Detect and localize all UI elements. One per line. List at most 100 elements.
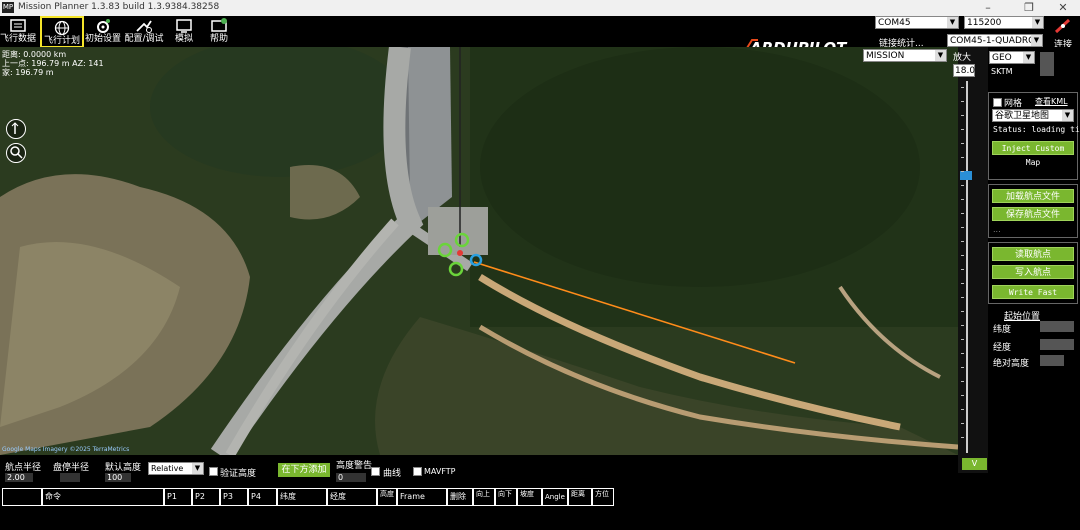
home-alt-value[interactable] xyxy=(1040,355,1064,366)
col-bearing[interactable]: 方位 xyxy=(592,488,614,506)
home-lat-value[interactable] xyxy=(1040,321,1074,332)
zoom-tick xyxy=(961,129,964,130)
home-lng-value[interactable] xyxy=(1040,339,1074,350)
zoom-label: 放大 xyxy=(953,53,972,63)
zoom-tick xyxy=(961,409,964,410)
globe-icon xyxy=(54,20,70,36)
minimize-icon[interactable]: – xyxy=(965,0,1011,16)
window-title: Mission Planner 1.3.83 build 1.3.9384.38… xyxy=(18,2,220,12)
waypoint-file-box: 加载航点文件 保存航点文件 ... xyxy=(988,184,1078,238)
zoom-tick xyxy=(961,395,964,396)
mission-mode-select[interactable]: MISSION ▼ xyxy=(863,49,947,62)
connect-button[interactable]: 连接 xyxy=(1050,18,1076,50)
col-p4[interactable]: P4 xyxy=(248,488,277,506)
menu-flight-data[interactable]: 飞行数据 xyxy=(0,16,36,48)
col-down[interactable]: 向下 xyxy=(495,488,517,506)
port-select[interactable]: COM45 ▼ xyxy=(875,16,959,29)
alt-frame-select[interactable]: Relative ▼ xyxy=(148,462,204,475)
chevron-down-icon: ▼ xyxy=(1023,52,1034,63)
verify-alt-checkbox[interactable] xyxy=(209,467,218,476)
alt-warn-input[interactable]: 0 xyxy=(336,473,366,482)
map-provider-select[interactable]: 谷歌卫星地图 ▼ xyxy=(992,109,1074,122)
col-command[interactable]: 命令 xyxy=(42,488,164,506)
zoom-slider[interactable] xyxy=(958,47,988,473)
menu-help[interactable]: 帮助 xyxy=(201,16,237,48)
grid-checkbox[interactable] xyxy=(993,98,1002,107)
menu-config-tuning[interactable]: 配置/调试 xyxy=(124,16,164,48)
col-frame[interactable]: Frame xyxy=(397,488,447,506)
zoom-tick xyxy=(961,115,964,116)
load-wp-file-button[interactable]: 加载航点文件 xyxy=(992,189,1074,203)
col-lat[interactable]: 纬度 xyxy=(277,488,327,506)
col-lng[interactable]: 经度 xyxy=(327,488,377,506)
col-p2[interactable]: P2 xyxy=(192,488,220,506)
menu-flight-plan[interactable]: 飞行计划 xyxy=(40,16,84,48)
col-alt[interactable]: 高度 xyxy=(377,488,397,506)
satellite-map[interactable]: 距离: 0.0000 km 上一点: 196.79 m AZ: 141 家: 1… xyxy=(0,47,958,455)
compass-icon[interactable] xyxy=(6,119,26,139)
spline-checkbox[interactable] xyxy=(371,467,380,476)
coord-value-blurred xyxy=(1040,52,1054,76)
waypoint-table-body[interactable] xyxy=(0,507,1080,530)
wp-radius-input[interactable]: 2.00 xyxy=(5,473,33,482)
setup-icon xyxy=(97,19,110,33)
verify-alt-label: 验证高度 xyxy=(220,469,257,479)
zoom-tick xyxy=(961,311,964,312)
main-menu: 飞行数据 飞行计划 初始设置 配置/调试 模拟 帮助 ARDUPILOT COM… xyxy=(0,16,1080,57)
zoom-thumb[interactable] xyxy=(960,171,972,180)
chevron-down-icon: ▼ xyxy=(1032,17,1043,28)
zoom-tick xyxy=(961,241,964,242)
zoom-tick xyxy=(961,87,964,88)
col-grade[interactable]: 坡度 xyxy=(517,488,542,506)
zoom-tick xyxy=(961,339,964,340)
device-select[interactable]: COM45-1-QUADROTOR▼ xyxy=(947,34,1043,47)
col-distance[interactable]: 距离 xyxy=(568,488,592,506)
coord-system-select[interactable]: GEO ▼ xyxy=(989,51,1035,64)
zoom-search-icon[interactable] xyxy=(6,143,26,163)
col-p3[interactable]: P3 xyxy=(220,488,248,506)
chevron-down-icon: ▼ xyxy=(1062,110,1073,121)
home-lat-label: 纬度 xyxy=(993,325,1012,335)
write-fast-button[interactable]: Write Fast xyxy=(992,285,1074,299)
inject-custom-map-button[interactable]: Inject Custom Map xyxy=(992,141,1074,167)
zoom-tick xyxy=(961,367,964,368)
baud-select[interactable]: 115200 ▼ xyxy=(964,16,1044,29)
col-p1[interactable]: P1 xyxy=(164,488,192,506)
zoom-tick xyxy=(961,143,964,144)
zoom-tick xyxy=(961,199,964,200)
zoom-tick xyxy=(961,437,964,438)
zoom-tick xyxy=(961,255,964,256)
save-wp-file-button[interactable]: 保存航点文件 xyxy=(992,207,1074,221)
zoom-input[interactable]: 18.0 xyxy=(953,64,975,77)
read-wp-button[interactable]: 读取航点 xyxy=(992,247,1074,261)
menu-simulation[interactable]: 模拟 xyxy=(166,16,202,48)
default-alt-label: 默认高度 xyxy=(105,463,142,473)
chevron-down-icon: ▼ xyxy=(1031,35,1042,46)
prev-point-readout: 上一点: 196.79 m AZ: 141 xyxy=(2,59,104,68)
loiter-radius-input[interactable] xyxy=(60,473,80,482)
v-button[interactable]: V xyxy=(962,458,987,470)
zoom-tick xyxy=(961,227,964,228)
default-alt-input[interactable]: 100 xyxy=(105,473,131,482)
zoom-tick xyxy=(961,185,964,186)
close-icon[interactable]: ✕ xyxy=(1040,0,1080,16)
loiter-radius-label: 盘停半径 xyxy=(53,463,90,473)
col-angle[interactable]: Angle xyxy=(542,488,568,506)
more-options[interactable]: ... xyxy=(993,225,1001,234)
zoom-tick xyxy=(961,283,964,284)
zoom-tick xyxy=(961,353,964,354)
col-up[interactable]: 向上 xyxy=(473,488,495,506)
view-kml-link[interactable]: 查看KML xyxy=(1035,96,1068,107)
zoom-tick xyxy=(961,171,964,172)
flight-data-icon xyxy=(10,19,26,32)
write-wp-button[interactable]: 写入航点 xyxy=(992,265,1074,279)
col-delete[interactable]: 删除 xyxy=(447,488,473,506)
map-status: Status: loading til xyxy=(993,125,1080,134)
add-below-button[interactable]: 在下方添加 xyxy=(278,463,330,477)
menu-initial-setup[interactable]: 初始设置 xyxy=(85,16,121,48)
map-credit: Google Maps Imagery ©2025 TerraMetrics xyxy=(2,446,130,453)
simulation-icon xyxy=(176,19,192,33)
map-imagery xyxy=(0,47,958,455)
mavftp-checkbox[interactable] xyxy=(413,467,422,476)
title-bar: MP Mission Planner 1.3.83 build 1.3.9384… xyxy=(0,0,1080,16)
